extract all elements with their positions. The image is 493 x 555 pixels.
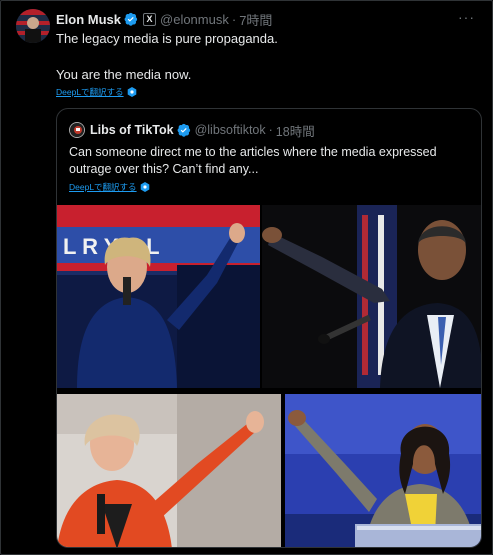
quoted-tweet[interactable]: Libs of TikTok @libsoftiktok · 18時間 Can … [56,108,482,548]
quote-separator-dot: · [268,123,273,137]
quote-text-line-2: outrage over this? Can’t find any... [69,162,259,176]
quote-translate-link[interactable]: DeepLで翻訳する [69,181,150,193]
quote-author-name[interactable]: Libs of TikTok [90,123,174,137]
tweet-text-line-1: The legacy media is pure propaganda. [56,31,278,46]
quote-author-handle[interactable]: @libsoftiktok [195,123,266,137]
quote-timestamp[interactable]: 18時間 [276,121,315,140]
deepl-icon [140,182,149,192]
x-affiliate-icon: X [143,12,157,26]
author-name[interactable]: Elon Musk [56,12,121,27]
media-grid: L R Y C L [57,205,481,547]
quote-translate-link-label[interactable]: DeepLで翻訳する [69,181,137,193]
translate-link-label[interactable]: DeepLで翻訳する [56,86,124,98]
photo-2[interactable] [262,205,481,388]
quote-avatar[interactable] [69,122,85,138]
verified-badge-icon [124,12,138,26]
tweet-header: Elon Musk X @elonmusk · 7時間 [56,9,272,29]
author-handle[interactable]: @elonmusk [160,12,229,27]
quote-text-line-1: Can someone direct me to the articles wh… [69,145,437,159]
avatar[interactable] [16,9,50,43]
photo-3[interactable] [57,394,281,547]
deepl-icon [127,87,136,97]
more-icon[interactable]: ··· [458,10,475,24]
photo-4[interactable] [285,394,481,547]
timestamp[interactable]: 7時間 [239,10,272,29]
quote-verified-badge-icon [177,123,191,137]
translate-link[interactable]: DeepLで翻訳する [56,86,137,98]
separator-dot: · [231,11,237,27]
quote-header: Libs of TikTok @libsoftiktok · 18時間 [69,121,315,139]
tweet[interactable]: Elon Musk X @elonmusk · 7時間 ··· The lega… [12,6,485,555]
photo-1[interactable]: L R Y C L [57,205,260,388]
tweet-text-line-2: You are the media now. [56,67,192,82]
